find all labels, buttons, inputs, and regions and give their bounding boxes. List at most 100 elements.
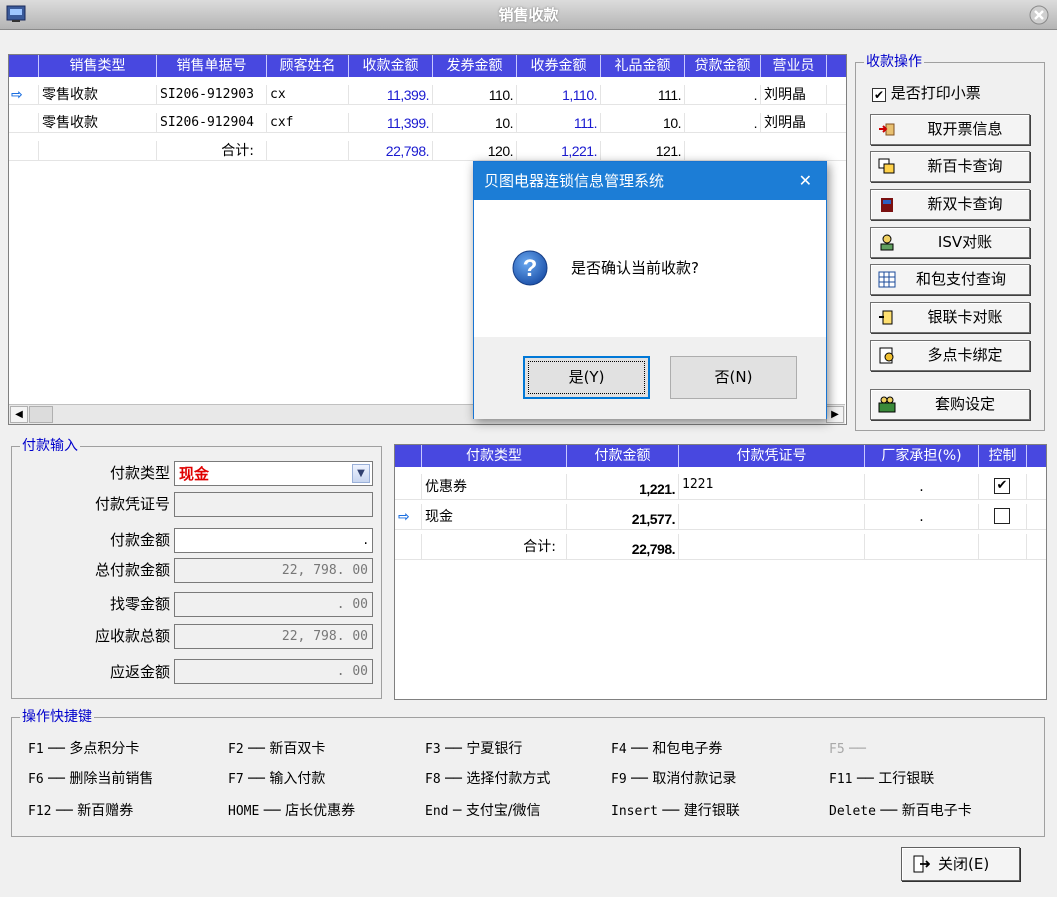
isv-reconcile-button[interactable]: ISV对账: [870, 227, 1030, 258]
xinbai-card-query-label: 新百卡查询: [927, 157, 1003, 175]
shortcut-dash: ──: [631, 741, 648, 757]
col-header-coupon-issue[interactable]: 发券金额: [433, 55, 517, 77]
hebao-pay-query-button[interactable]: 和包支付查询: [870, 264, 1030, 295]
payment-input-title: 付款输入: [20, 437, 80, 455]
col-header-receipt[interactable]: 收款金额: [349, 55, 433, 77]
cell-control[interactable]: [979, 504, 1027, 530]
cell-loan: .: [685, 85, 761, 105]
close-button-label: 关闭(E): [938, 855, 990, 873]
col-header-voucher[interactable]: 付款凭证号: [679, 445, 865, 467]
ops-group-title: 收款操作: [864, 53, 924, 71]
payment-grid[interactable]: 付款类型 付款金额 付款凭证号 厂家承担(%) 控制 优惠券 1,221. 12…: [394, 444, 1047, 700]
scroll-left-icon[interactable]: ◀: [10, 406, 28, 423]
col-header-loan[interactable]: 贷款金额: [685, 55, 761, 77]
pay-amount-field[interactable]: .: [174, 528, 373, 553]
control-checkbox-unchecked[interactable]: [994, 508, 1010, 524]
yes-button[interactable]: 是(Y): [523, 356, 650, 399]
shortcut-dash: ──: [445, 741, 462, 757]
col-header-coupon-recv[interactable]: 收券金额: [517, 55, 601, 77]
total-label: 合计:: [422, 534, 567, 560]
xinbai-card-query-button[interactable]: 新百卡查询: [870, 151, 1030, 182]
table-row[interactable]: 零售收款 SI206-912904 cxf 11,399. 10. 111. 1…: [9, 113, 846, 133]
table-row[interactable]: ⇨ 现金 21,577. .: [395, 504, 1046, 530]
dual-card-query-button[interactable]: 新双卡查询: [870, 189, 1030, 220]
total-spacer: [39, 141, 157, 161]
shortcut-label: 取消付款记录: [652, 771, 737, 787]
cell-coupon-recv: 111.: [517, 113, 601, 133]
cell-control[interactable]: ✔: [979, 474, 1027, 500]
voucher-no-field[interactable]: [174, 492, 373, 517]
checkbox-icon[interactable]: ✔: [872, 88, 886, 102]
cell-type: 零售收款: [39, 113, 157, 133]
col-header-customer[interactable]: 顾客姓名: [267, 55, 349, 77]
shortcut-dash: ──: [48, 771, 65, 787]
close-button[interactable]: 关闭(E): [901, 847, 1020, 881]
shortcut-label: 输入付款: [269, 771, 326, 787]
get-invoice-label: 取开票信息: [927, 120, 1003, 138]
shortcut-dash: ──: [849, 741, 866, 757]
confirm-dialog[interactable]: 贝图电器连锁信息管理系统 ✕ ? 是否确认当前收款? 是(Y) 否(N): [473, 161, 827, 419]
shortcut-key: F5: [829, 742, 845, 757]
row-pointer-icon: [395, 474, 422, 500]
payment-grid-header: 付款类型 付款金额 付款凭证号 厂家承担(%) 控制: [395, 445, 1046, 467]
shortcut-key: F7: [228, 772, 244, 787]
bundle-setting-button[interactable]: 套购设定: [870, 389, 1030, 420]
chevron-down-icon[interactable]: ▼: [352, 464, 370, 483]
unionpay-reconcile-button[interactable]: 银联卡对账: [870, 302, 1030, 333]
cell-coupon-issue: 110.: [433, 85, 517, 105]
table-row[interactable]: 优惠券 1,221. 1221 . ✔: [395, 474, 1046, 500]
total-spacer: [267, 141, 349, 161]
col-header-vendor-share[interactable]: 厂家承担(%): [865, 445, 979, 467]
cell-pay-type: 优惠券: [422, 474, 567, 500]
shortcut-key: Delete: [829, 804, 876, 819]
shortcut-home: HOME ── 店长优惠券: [228, 801, 355, 822]
cell-customer: cxf: [267, 113, 349, 133]
hebao-pay-query-label: 和包支付查询: [915, 270, 1006, 288]
col-header-gift[interactable]: 礼品金额: [601, 55, 685, 77]
shortcut-dash: ──: [55, 803, 73, 819]
table-row[interactable]: ⇨ 零售收款 SI206-912903 cx 11,399. 110. 1,11…: [9, 85, 846, 105]
cell-receipt: 11,399.: [349, 85, 433, 105]
shortcut-label: 支付宝/微信: [465, 803, 541, 819]
shortcut-f6: F6 ── 删除当前销售: [28, 769, 153, 790]
change-label: 找零金额: [109, 595, 170, 613]
total-pay-amount: 22,798.: [567, 534, 679, 560]
col-header-pay-type[interactable]: 付款类型: [422, 445, 567, 467]
dual-card-icon: [878, 196, 896, 213]
col-header-pay-amount[interactable]: 付款金额: [567, 445, 679, 467]
col-header-type[interactable]: 销售类型: [39, 55, 157, 77]
shortcut-dash: ─: [452, 803, 462, 819]
multipoint-bind-button[interactable]: 多点卡绑定: [870, 340, 1030, 371]
shortcut-dash: ──: [856, 771, 874, 787]
print-receipt-label: 是否打印小票: [890, 84, 981, 102]
cell-coupon-issue: 10.: [433, 113, 517, 133]
shortcut-label: 删除当前销售: [69, 771, 154, 787]
svg-text:?: ?: [523, 255, 538, 282]
col-header-clerk[interactable]: 营业员: [761, 55, 827, 77]
total-paid-field: 22, 798. 00: [174, 558, 373, 583]
shortcut-dash: ──: [248, 741, 265, 757]
scroll-thumb[interactable]: [29, 406, 53, 423]
total-spacer: [979, 534, 1027, 560]
cell-loan: .: [685, 113, 761, 133]
shortcut-dash: ──: [248, 771, 265, 787]
cell-customer: cx: [267, 85, 349, 105]
print-receipt-checkbox[interactable]: ✔ 是否打印小票: [872, 83, 981, 103]
payment-type-select[interactable]: 现金 ▼: [174, 461, 373, 486]
window-titlebar[interactable]: 销售收款: [0, 0, 1057, 30]
dialog-titlebar[interactable]: 贝图电器连锁信息管理系统 ✕: [474, 162, 826, 200]
cell-voucher: [679, 504, 865, 530]
col-header-doc-no[interactable]: 销售单据号: [157, 55, 267, 77]
dialog-close-icon[interactable]: ✕: [799, 162, 812, 200]
col-header-control[interactable]: 控制: [979, 445, 1027, 467]
scroll-right-icon[interactable]: ▶: [826, 406, 844, 423]
total-spacer: [9, 141, 39, 161]
no-button[interactable]: 否(N): [670, 356, 797, 399]
shortcut-label: 店长优惠券: [285, 803, 356, 819]
control-checkbox-checked[interactable]: ✔: [994, 478, 1010, 494]
get-invoice-button[interactable]: 取开票信息: [870, 114, 1030, 145]
window-title: 销售收款: [498, 6, 559, 24]
shortcut-label: 新百赠券: [77, 803, 134, 819]
close-window-icon[interactable]: [1029, 5, 1049, 25]
bundle-icon: [878, 396, 896, 413]
